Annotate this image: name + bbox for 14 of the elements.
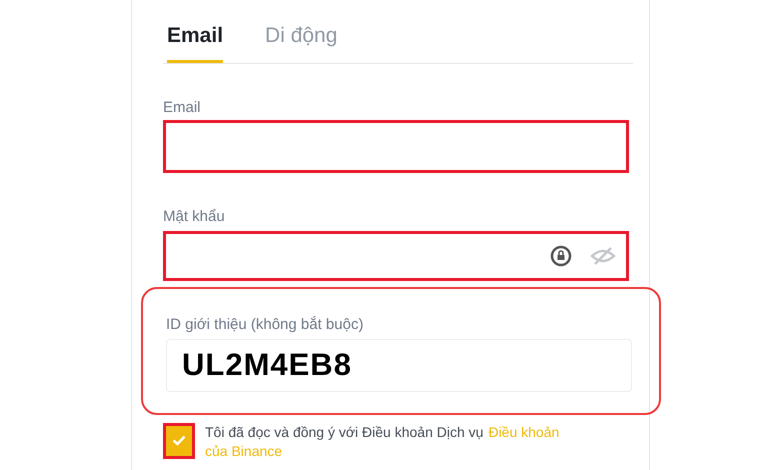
checkbox[interactable] bbox=[163, 422, 195, 458]
agreement-text: Tôi đã đọc và đồng ý với Điều khoản Dịch vụ bbox=[205, 422, 484, 442]
terms-link[interactable]: của Binance bbox=[205, 442, 560, 460]
checkmark-icon bbox=[172, 435, 186, 446]
tab[interactable]: Di động bbox=[265, 20, 338, 62]
terms-link[interactable]: Điều khoản bbox=[488, 422, 560, 442]
field-label: ID giới thiệu (không bắt buộc) bbox=[166, 314, 364, 334]
field-label: Mật khẩu bbox=[163, 206, 226, 226]
tab[interactable]: Email bbox=[167, 20, 224, 62]
field-label: Email bbox=[163, 98, 202, 118]
email-field[interactable] bbox=[163, 120, 629, 172]
referral-field[interactable]: UL2M4EB8 bbox=[166, 338, 632, 392]
lock-icon[interactable] bbox=[550, 244, 572, 266]
password-field[interactable] bbox=[163, 230, 629, 280]
